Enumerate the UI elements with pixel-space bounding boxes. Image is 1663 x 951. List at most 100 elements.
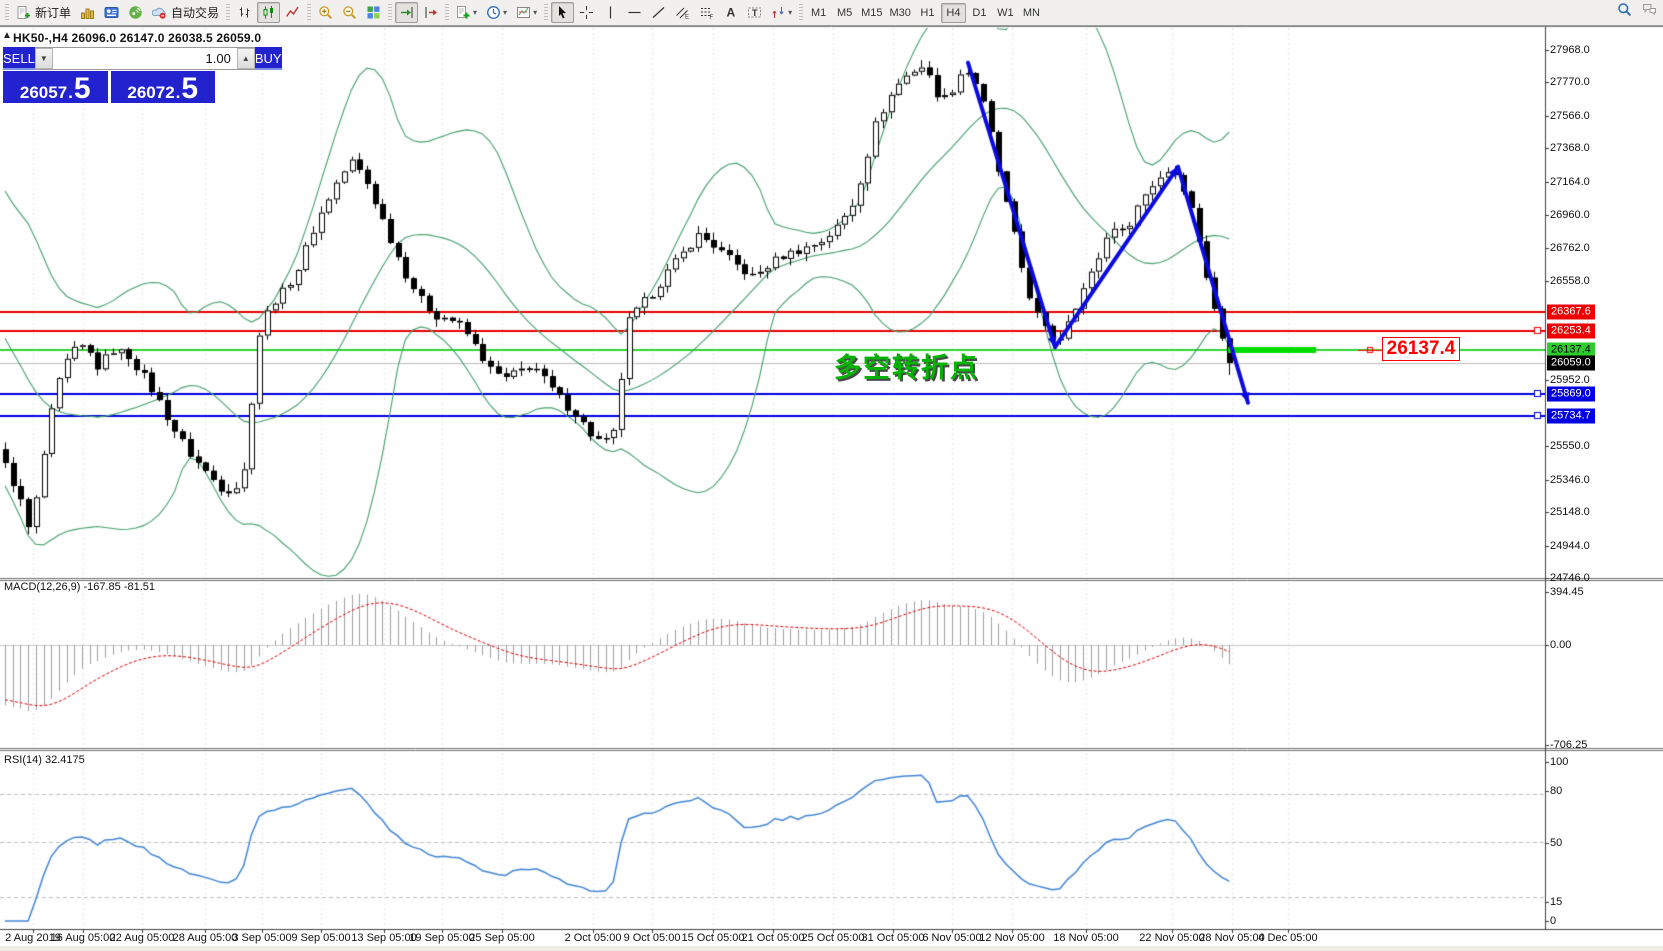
chevron-down-icon[interactable]: ▾ <box>788 8 792 17</box>
arrows-icon <box>771 5 786 20</box>
price-tick-label: 27368.0 <box>1550 142 1590 154</box>
templates-icon <box>516 5 531 20</box>
profile-button[interactable] <box>100 2 123 23</box>
new-order-button[interactable]: 新订单 <box>12 2 75 23</box>
zoom-out-icon <box>342 5 357 20</box>
bar-chart-button[interactable] <box>233 2 256 23</box>
signals-icon <box>128 5 143 20</box>
chart-shift-icon <box>423 5 438 20</box>
trendline-button[interactable] <box>647 2 670 23</box>
sell-price[interactable]: 26057 . 5 <box>3 71 108 103</box>
price-tick-label: 27566.0 <box>1550 110 1590 122</box>
autotrading-button[interactable]: 自动交易 <box>148 2 223 23</box>
text-icon: A <box>723 5 738 20</box>
volume-increase-button[interactable]: ▲ <box>237 48 255 69</box>
buy-button[interactable]: BUY <box>255 47 282 70</box>
one-click-trade-panel: SELL ▼ ▲ BUY 26057 . 5 26072 . 5 <box>3 47 215 103</box>
channel-button[interactable]: E <box>671 2 694 23</box>
timeframe-w1[interactable]: W1 <box>993 3 1018 23</box>
toolbar-grip <box>799 4 803 22</box>
date-tick-label: 15 Oct 05:00 <box>682 932 745 944</box>
price-tick-label: 26960.0 <box>1550 209 1590 221</box>
volume-decrease-button[interactable]: ▼ <box>35 48 53 69</box>
timeframe-h4[interactable]: H4 <box>941 3 966 23</box>
chevron-down-icon[interactable]: ▾ <box>533 8 537 17</box>
text-button[interactable]: A <box>719 2 742 23</box>
date-tick-label: 2 Oct 05:00 <box>565 932 622 944</box>
buy-price[interactable]: 26072 . 5 <box>111 71 216 103</box>
chart-canvas[interactable] <box>0 0 1663 951</box>
chat-icon[interactable] <box>1642 2 1657 17</box>
timeframe-m30[interactable]: M30 <box>887 3 914 23</box>
sell-button[interactable]: SELL <box>3 47 35 70</box>
rsi-tick-label: 0 <box>1550 915 1556 927</box>
bars-chart-icon <box>237 5 252 20</box>
zoom-in-icon <box>318 5 333 20</box>
rsi-tick-label: 50 <box>1550 837 1562 849</box>
timeframe-d1[interactable]: D1 <box>967 3 992 23</box>
price-tick-label: 24944.0 <box>1550 540 1590 552</box>
templates-button[interactable]: ▾ <box>512 2 541 23</box>
date-tick-label: 3 Sep 05:00 <box>232 932 291 944</box>
timeframe-h1[interactable]: H1 <box>915 3 940 23</box>
line-chart-icon <box>285 5 300 20</box>
arrows-button[interactable]: ▾ <box>767 2 796 23</box>
channel-icon: E <box>675 5 690 20</box>
macd-tick-label: 0.00 <box>1550 639 1571 651</box>
price-level-label: 26367.6 <box>1547 305 1595 320</box>
cursor-button[interactable] <box>551 2 574 23</box>
tile-windows-button[interactable] <box>362 2 385 23</box>
price-tick-label: 27164.0 <box>1550 176 1590 188</box>
charts-button[interactable] <box>76 2 99 23</box>
sell-price-main: 26057 <box>20 84 67 101</box>
fibonacci-button[interactable]: F <box>695 2 718 23</box>
label-button[interactable]: T <box>743 2 766 23</box>
vline-button[interactable] <box>599 2 622 23</box>
vline-icon <box>603 5 618 20</box>
price-tick-label: 25952.0 <box>1550 374 1590 386</box>
toolbar: 新订单 自动交易 ▾ ▾ ▾ E F A T ▾ M1M5M15M30H1H4D1W1MN <box>0 0 1663 26</box>
hline-button[interactable] <box>623 2 646 23</box>
timeframe-m15[interactable]: M15 <box>858 3 885 23</box>
candle-chart-button[interactable] <box>257 2 280 23</box>
tile-windows-icon <box>366 5 381 20</box>
toolbar-grip <box>388 4 392 22</box>
autoscroll-button[interactable] <box>395 2 418 23</box>
line-chart-button[interactable] <box>281 2 304 23</box>
volume-input[interactable] <box>53 48 237 69</box>
signals-button[interactable] <box>124 2 147 23</box>
buy-price-main: 26072 <box>127 84 174 101</box>
crosshair-icon <box>579 5 594 20</box>
date-tick-label: 25 Sep 05:00 <box>469 932 534 944</box>
zoom-in-button[interactable] <box>314 2 337 23</box>
date-tick-label: 6 Nov 05:00 <box>922 932 981 944</box>
svg-text:F: F <box>710 15 714 20</box>
periods-button[interactable]: ▾ <box>482 2 511 23</box>
svg-text:T: T <box>752 8 758 18</box>
price-tick-label: 26762.0 <box>1550 242 1590 254</box>
rsi-tick-label: 100 <box>1550 756 1568 768</box>
timeframe-mn[interactable]: MN <box>1019 3 1044 23</box>
chevron-down-icon[interactable]: ▾ <box>503 8 507 17</box>
timeframe-m5[interactable]: M5 <box>832 3 857 23</box>
chevron-down-icon[interactable]: ▾ <box>473 8 477 17</box>
zoom-out-button[interactable] <box>338 2 361 23</box>
crosshair-button[interactable] <box>575 2 598 23</box>
indicators-button[interactable]: ▾ <box>452 2 481 23</box>
price-tick-label: 27770.0 <box>1550 76 1590 88</box>
buy-price-frac: 5 <box>181 77 198 101</box>
date-tick-label: 22 Nov 05:00 <box>1139 932 1204 944</box>
date-tick-label: 12 Nov 05:00 <box>979 932 1044 944</box>
date-tick-label: 18 Nov 05:00 <box>1053 932 1118 944</box>
price-tick-label: 25550.0 <box>1550 440 1590 452</box>
toolbar-grip <box>5 4 9 22</box>
macd-tick-label: -706.25 <box>1550 739 1587 751</box>
timeframe-m1[interactable]: M1 <box>806 3 831 23</box>
charts-icon <box>80 5 95 20</box>
search-icon[interactable] <box>1617 2 1632 17</box>
autotrading-button-label: 自动交易 <box>171 4 219 21</box>
sell-price-frac: 5 <box>74 77 91 101</box>
chart-shift-button[interactable] <box>419 2 442 23</box>
price-level-label: 26253.4 <box>1547 324 1595 339</box>
trendline-icon <box>651 5 666 20</box>
